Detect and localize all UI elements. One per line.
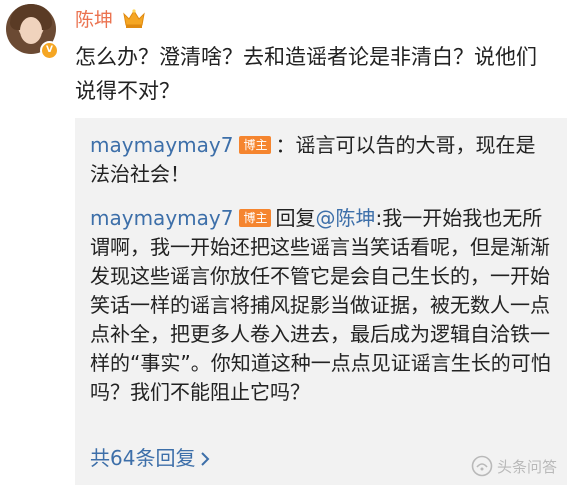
watermark: 头条问答 [471, 455, 557, 477]
reply-author-name[interactable]: maymaymay7 [90, 206, 233, 230]
blogger-tag: 博主 [239, 209, 272, 227]
verified-badge-icon: V [40, 41, 59, 60]
reply-text: :我一开始我也无所谓啊，我一开始还把这些谣言当笑话看呢，但是渐渐发现这些谣言你放… [90, 206, 551, 404]
reply-section: maymaymay7 博主 ：谣言可以告的大哥，现在是法治社会！ maymaymay… [75, 118, 567, 485]
reply-item: maymaymay7 博主 ：谣言可以告的大哥，现在是法治社会！ [90, 131, 555, 189]
avatar-face [20, 17, 42, 44]
reply-item: maymaymay7 博主 回复@陈坤:我一开始我也无所谓啊，我一开始还把这些谣言当… [90, 204, 555, 407]
blogger-tag: 博主 [239, 136, 272, 154]
reply-prefix: 回复 [275, 206, 316, 230]
watermark-text: 头条问答 [496, 457, 557, 476]
more-replies-link[interactable]: 共64条回复 [90, 445, 195, 471]
chevron-right-icon[interactable] [200, 451, 210, 467]
mention-link[interactable]: @陈坤 [315, 206, 375, 230]
reply-author-name[interactable]: maymaymay7 [90, 133, 233, 157]
crown-icon [123, 9, 145, 28]
toutiao-logo-icon [471, 455, 493, 477]
post-text: 怎么办？澄清啥？去和造谣者论是非清白？说他们说得不对？ [75, 45, 537, 103]
post-author-name[interactable]: 陈坤 [75, 9, 113, 31]
